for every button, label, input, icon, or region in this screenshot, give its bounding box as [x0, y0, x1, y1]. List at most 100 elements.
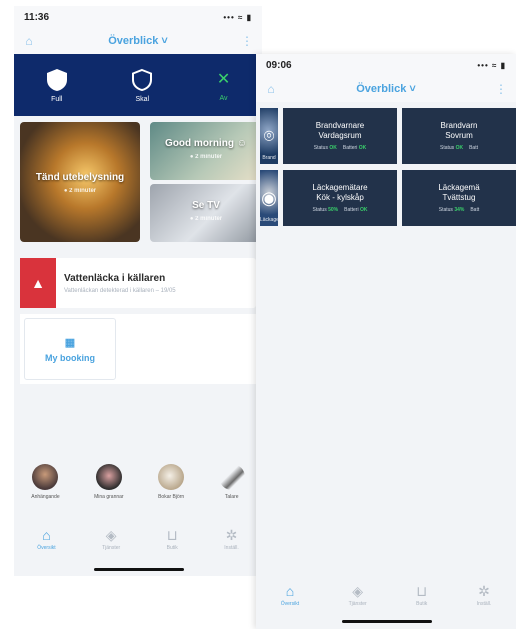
person-item[interactable]: Mina grannar: [94, 464, 124, 500]
battery-label: Batt: [469, 145, 478, 151]
layers-icon: ◈: [352, 583, 364, 599]
device-status: Status OK Batt: [440, 145, 478, 151]
avatar: [158, 464, 185, 490]
device-name-line2: Sovrum: [445, 131, 473, 140]
status-label: Status 50%: [313, 207, 339, 213]
smoke-detector-thumbnail[interactable]: ⌾ Brand: [260, 108, 278, 164]
arm-full-label: Full: [51, 95, 63, 103]
phone-devices-screen: 09:06 ••• ≈ ▮ ⌂ Överblick ˅ ⋮ ⌾ Brand Br…: [256, 54, 516, 629]
device-status: Status 34% Batt: [439, 207, 480, 213]
scene-card-outdoor-lights[interactable]: Tänd utebelysning ● 2 minuter: [20, 122, 140, 242]
page-title[interactable]: Överblick ˅: [108, 35, 168, 47]
scenes-section: Tänd utebelysning ● 2 minuter Good morni…: [14, 116, 262, 248]
home-indicator: [94, 568, 184, 571]
smiley-icon: ☺: [236, 138, 247, 149]
person-item[interactable]: Anhängande: [31, 464, 60, 500]
status-label: Status 34%: [439, 207, 465, 213]
signal-wifi-battery-icon: ••• ≈ ▮: [477, 60, 506, 70]
device-tile[interactable]: Läckagemä Tvättstug Status 34% Batt: [402, 170, 516, 226]
top-bar: ⌂ Överblick ˅ ⋮: [256, 76, 516, 102]
alert-title: Vattenläcka i källaren: [64, 272, 166, 284]
device-name-line1: Brandvarn: [440, 121, 478, 130]
menu-icon[interactable]: ⋮: [494, 82, 508, 96]
page-title[interactable]: Överblick ˅: [356, 83, 416, 95]
status-label-text: Status: [313, 145, 328, 151]
scene-title: Good morning ☺: [150, 138, 262, 149]
home-indicator: [342, 620, 432, 623]
arm-full-button[interactable]: Full: [46, 68, 68, 103]
scene-title-text: Good morning: [165, 138, 234, 149]
shield-outline-icon: [132, 68, 153, 91]
leak-sensor-icon: ◉: [261, 187, 277, 208]
device-name-line2: Kök - kylskåp: [316, 193, 364, 202]
tab-shop[interactable]: ⊔ Butik: [416, 584, 427, 607]
menu-icon[interactable]: ⋮: [240, 34, 254, 48]
scene-card-good-morning[interactable]: Good morning ☺ ● 2 minuter: [150, 122, 262, 180]
device-name: Läckagemätare Kök - kylskåp: [312, 183, 367, 203]
shield-icon: [46, 68, 67, 91]
tab-label: Tjänster: [102, 545, 121, 551]
status-value: 50%: [328, 207, 339, 213]
battery-value: OK: [358, 145, 367, 151]
device-name-line2: Vardagsrum: [318, 131, 362, 140]
battery-label: Batteri OK: [343, 145, 366, 151]
scene-subtitle: ● 2 minuter: [189, 154, 223, 160]
tab-label: Inställ.: [476, 601, 492, 607]
device-row: ◉ Läckage Läckagemätare Kök - kylskåp Sta…: [260, 170, 516, 226]
leak-sensor-thumbnail[interactable]: ◉ Läckage: [260, 170, 279, 226]
home-icon: ⌂: [42, 527, 51, 543]
alert-subtitle: Vattenläckan detekterad i källaren – 19/…: [64, 287, 176, 294]
avatar: [218, 464, 245, 490]
tab-settings[interactable]: ✲ Inställ.: [477, 584, 491, 607]
person-item[interactable]: Talare: [218, 464, 245, 500]
scene-card-watch-tv[interactable]: Se TV ● 2 minuter: [150, 184, 262, 242]
battery-label-text: Batteri: [342, 145, 358, 151]
status-value: OK: [455, 145, 464, 151]
tab-label: Översikt: [37, 545, 56, 551]
device-tile[interactable]: Läckagemätare Kök - kylskåp Status 50% Ba…: [283, 170, 397, 226]
tab-overview[interactable]: ⌂ Översikt: [37, 528, 55, 551]
home-switch-icon[interactable]: ⌂: [264, 82, 278, 96]
battery-label-text: Batteri: [344, 207, 359, 213]
tab-services[interactable]: ◈ Tjänster: [349, 584, 367, 607]
tab-bar: ⌂ Översikt ◈ Tjänster ⊔ Butik ✲ Inställ.: [14, 528, 262, 551]
thumb-caption: Läckage: [260, 217, 279, 223]
avatar: [95, 464, 122, 490]
tab-bar: ⌂ Översikt ◈ Tjänster ⊔ Butik ✲ Inställ.: [256, 584, 516, 607]
device-name: Brandvarnare Vardagsrum: [316, 121, 364, 141]
tab-services[interactable]: ◈ Tjänster: [102, 528, 120, 551]
device-name: Läckagemä Tvättstug: [438, 183, 479, 203]
tab-overview[interactable]: ⌂ Översikt: [281, 584, 299, 607]
arming-bar: Full Skal ✕ Av: [14, 54, 262, 116]
status-label: Status OK: [314, 145, 337, 151]
battery-value: OK: [359, 207, 368, 213]
person-label: Anhängande: [31, 494, 60, 500]
device-name-line1: Brandvarnare: [315, 121, 365, 130]
device-status: Status 50% Batteri OK: [313, 207, 368, 213]
arm-shell-button[interactable]: Skal: [131, 68, 153, 103]
person-item[interactable]: Bokar Björn: [158, 464, 184, 500]
device-name-line1: Läckagemätare: [312, 183, 368, 192]
scene-subtitle: ● 2 minuter: [63, 188, 97, 194]
arm-off-button[interactable]: ✕ Av: [217, 69, 230, 102]
basket-icon: ⊔: [166, 527, 178, 543]
device-tile[interactable]: Brandvarnare Vardagsrum Status OK Batteri…: [283, 108, 397, 164]
device-name: Brandvarn Sovrum: [441, 121, 478, 141]
person-label: Mina grannar: [94, 494, 124, 500]
tab-label: Butik: [166, 545, 178, 551]
my-booking-widget[interactable]: ▦ My booking: [24, 318, 116, 380]
my-booking-label: My booking: [45, 352, 95, 363]
person-label: Bokar Björn: [158, 494, 185, 500]
gear-icon: ✲: [478, 583, 490, 599]
alert-card[interactable]: ▲ Vattenläcka i källaren Vattenläckan de…: [20, 258, 256, 308]
gear-icon: ✲: [225, 527, 238, 543]
device-tile[interactable]: Brandvarn Sovrum Status OK Batt: [402, 108, 516, 164]
people-row: Anhängande Mina grannar Bokar Björn Tala…: [14, 464, 262, 500]
tab-shop[interactable]: ⊔ Butik: [167, 528, 178, 551]
scene-subtitle: ● 2 minuter: [189, 216, 223, 222]
status-bar: 11:36 ••• ≈ ▮: [14, 6, 262, 28]
tab-label: Tjänster: [348, 601, 367, 607]
tab-settings[interactable]: ✲ Inställ.: [224, 528, 238, 551]
status-time: 09:06: [266, 59, 292, 71]
home-switch-icon[interactable]: ⌂: [22, 34, 36, 48]
